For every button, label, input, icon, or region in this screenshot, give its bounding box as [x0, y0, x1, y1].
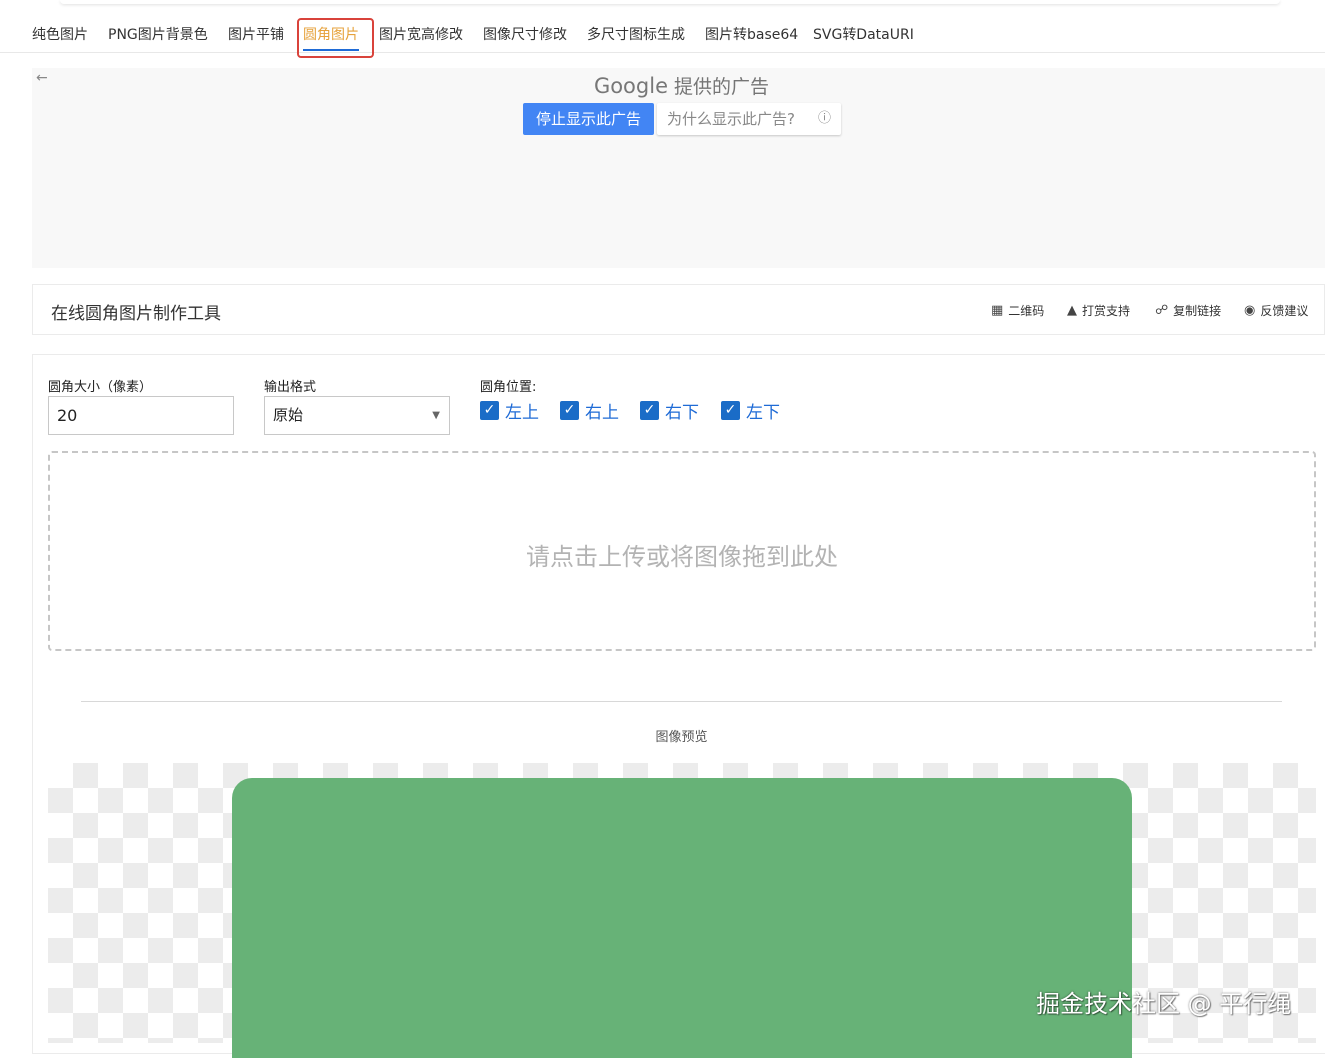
- checkmark-icon: ✓: [640, 401, 659, 420]
- chevron-down-icon: ▼: [432, 410, 440, 421]
- checkbox-bottom-left-label: 左下: [746, 403, 780, 423]
- radius-label: 圆角大小（像素）: [48, 380, 153, 395]
- tab-image-tiling[interactable]: 图片平铺: [228, 24, 284, 44]
- checkmark-icon: ✓: [721, 401, 740, 420]
- qrcode-icon: ▦: [991, 303, 1004, 318]
- ad-provider-line: Google 提供的广告: [0, 72, 1325, 99]
- share-icon: ☍: [1155, 303, 1169, 318]
- qrcode-button[interactable]: ▦ 二维码: [991, 302, 1044, 319]
- donate-button[interactable]: ▲ 打赏支持: [1067, 302, 1130, 319]
- corner-position-label: 圆角位置:: [480, 380, 537, 395]
- why-ad-label: 为什么显示此广告?: [667, 110, 795, 128]
- page-title: 在线圆角图片制作工具: [51, 304, 221, 324]
- feedback-button[interactable]: ◉ 反馈建议: [1244, 302, 1308, 319]
- preview-image: [232, 778, 1132, 1058]
- checkmark-icon: ✓: [480, 401, 499, 420]
- tab-image-size[interactable]: 图像尺寸修改: [483, 24, 567, 44]
- format-label: 输出格式: [264, 380, 317, 395]
- checkbox-top-left[interactable]: ✓ 左上: [480, 398, 539, 423]
- donate-label: 打赏支持: [1082, 304, 1131, 318]
- checkbox-bottom-right[interactable]: ✓ 右下: [640, 398, 699, 423]
- format-value: 原始: [273, 406, 304, 424]
- tab-rounded-image[interactable]: 圆角图片: [303, 24, 359, 51]
- upload-dropzone[interactable]: 请点击上传或将图像拖到此处: [48, 451, 1316, 651]
- preview-label: 图像预览: [655, 730, 708, 745]
- copy-link-label: 复制链接: [1173, 304, 1222, 318]
- info-icon: ⓘ: [817, 111, 831, 126]
- checkmark-icon: ✓: [560, 401, 579, 420]
- thumbs-up-icon: ▲: [1067, 303, 1077, 318]
- dropzone-text: 请点击上传或将图像拖到此处: [526, 543, 838, 571]
- format-select[interactable]: 原始 ▼: [264, 396, 450, 435]
- watermark-text: 掘金技术社区 @ 平行绳: [1036, 990, 1292, 1018]
- tab-multi-size-icons[interactable]: 多尺寸图标生成: [587, 24, 685, 44]
- checkbox-top-left-label: 左上: [505, 403, 539, 423]
- feedback-icon: ◉: [1244, 303, 1256, 318]
- checkbox-bottom-right-label: 右下: [665, 403, 699, 423]
- tab-png-background-color[interactable]: PNG图片背景色: [108, 24, 208, 44]
- tool-header: 在线圆角图片制作工具 ▦ 二维码 ▲ 打赏支持 ☍ 复制链接 ◉ 反馈建议: [32, 284, 1325, 335]
- qrcode-label: 二维码: [1008, 304, 1045, 318]
- top-bar-shadow: [60, 0, 1280, 4]
- checkbox-bottom-left[interactable]: ✓ 左下: [721, 398, 780, 423]
- why-ad-button[interactable]: 为什么显示此广告? ⓘ: [657, 103, 841, 135]
- copy-link-button[interactable]: ☍ 复制链接: [1155, 302, 1221, 319]
- checkbox-top-right-label: 右上: [585, 403, 619, 423]
- tab-image-to-base64[interactable]: 图片转base64: [705, 24, 798, 44]
- tab-solid-color-image[interactable]: 纯色图片: [32, 24, 88, 44]
- google-logo-text: Google: [593, 74, 668, 98]
- tool-tabs: 纯色图片 PNG图片背景色 图片平铺 圆角图片 图片宽高修改 图像尺寸修改 多尺…: [0, 16, 1325, 53]
- feedback-label: 反馈建议: [1260, 304, 1309, 318]
- section-divider: [81, 701, 1282, 702]
- tab-image-width-height[interactable]: 图片宽高修改: [379, 24, 463, 44]
- ad-provided-label: 提供的广告: [674, 76, 770, 98]
- stop-ad-button[interactable]: 停止显示此广告: [523, 103, 654, 135]
- radius-input[interactable]: 20: [48, 396, 234, 435]
- checkbox-top-right[interactable]: ✓ 右上: [560, 398, 619, 423]
- tab-svg-to-datauri[interactable]: SVG转DataURI: [813, 24, 914, 44]
